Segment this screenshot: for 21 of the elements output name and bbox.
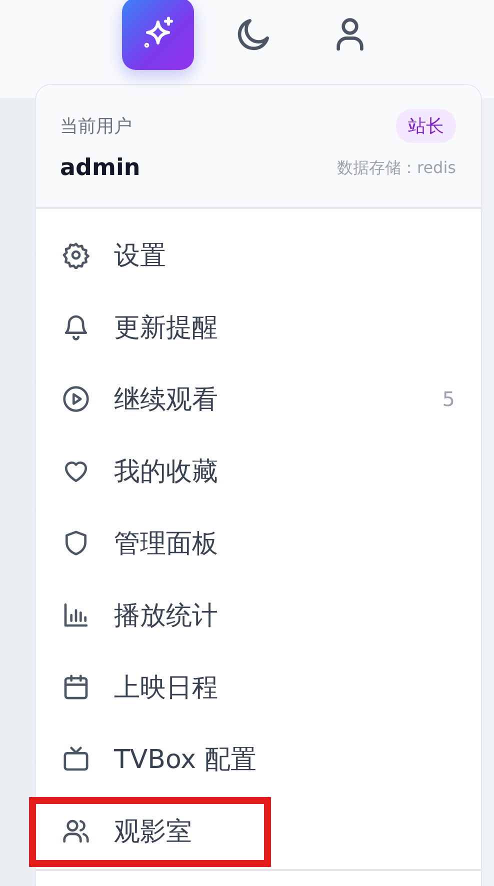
gear-icon [62, 241, 90, 269]
sparkle-button[interactable] [122, 0, 194, 70]
menu-item[interactable]: 播放统计 [36, 579, 481, 651]
menu-item[interactable]: 观影室 [36, 795, 481, 867]
role-badge: 站长 [396, 109, 456, 143]
menu-item[interactable]: 设置 [36, 219, 481, 291]
bell-icon [62, 313, 90, 341]
play-icon [62, 385, 90, 413]
menu-item[interactable]: TVBox 配置 [36, 723, 481, 795]
menu-item[interactable]: 管理面板 [36, 507, 481, 579]
current-user-label: 当前用户 [60, 115, 132, 138]
storage-info: 数据存储：redis [336, 158, 456, 178]
tv-icon [62, 745, 90, 773]
menu-item[interactable]: 我的收藏 [36, 435, 481, 507]
menu-item[interactable]: 上映日程 [36, 651, 481, 723]
username: admin [60, 155, 140, 181]
users-icon [62, 817, 90, 845]
menu-item[interactable]: 更新提醒 [36, 291, 481, 363]
bar-chart-icon [62, 601, 90, 629]
menu-item[interactable]: 继续观看 5 [36, 363, 481, 435]
calendar-icon [62, 673, 90, 701]
